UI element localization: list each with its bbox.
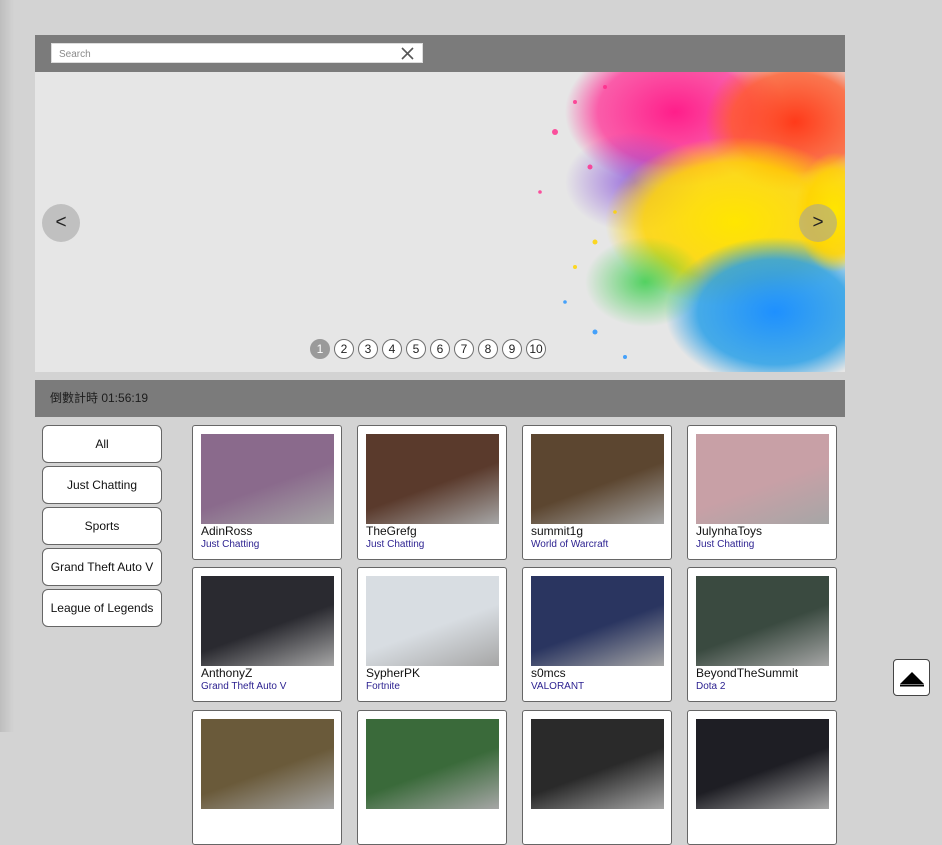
stream-card[interactable]: SypherPK Fortnite [357, 567, 507, 702]
stream-game[interactable]: Just Chatting [366, 539, 424, 550]
stream-thumbnail [201, 576, 334, 666]
stream-card[interactable]: BeyondTheSummit Dota 2 [687, 567, 837, 702]
category-button-sports[interactable]: Sports [42, 507, 162, 545]
stream-card[interactable] [357, 710, 507, 845]
stream-thumbnail [696, 719, 829, 809]
carousel-page-dot[interactable]: 9 [502, 339, 522, 359]
carousel-page-dot[interactable]: 6 [430, 339, 450, 359]
search-input[interactable] [52, 45, 389, 64]
carousel-page-dot[interactable]: 5 [406, 339, 426, 359]
stream-card[interactable]: JulynhaToys Just Chatting [687, 425, 837, 560]
carousel-page-dot[interactable]: 8 [478, 339, 498, 359]
stream-thumbnail [531, 719, 664, 809]
stream-card[interactable]: AdinRoss Just Chatting [192, 425, 342, 560]
search-box [51, 43, 423, 64]
arrow-up-icon [899, 671, 924, 686]
countdown-bar: 倒數計時 01:56:19 [35, 380, 845, 417]
streamer-name: JulynhaToys [696, 524, 763, 538]
stream-card[interactable] [522, 710, 672, 845]
streamer-name: s0mcs [531, 666, 566, 680]
stream-card[interactable]: summit1g World of Warcraft [522, 425, 672, 560]
stream-card[interactable] [687, 710, 837, 845]
streamer-name: AnthonyZ [201, 666, 253, 680]
back-to-top-button[interactable] [893, 659, 930, 696]
stream-thumbnail [696, 434, 829, 524]
category-filter-list: All Just Chatting Sports Grand Theft Aut… [42, 425, 162, 630]
carousel-next-button[interactable]: > [799, 204, 837, 242]
stream-card[interactable]: s0mcs VALORANT [522, 567, 672, 702]
stream-game[interactable]: Grand Theft Auto V [201, 681, 286, 692]
category-button-just-chatting[interactable]: Just Chatting [42, 466, 162, 504]
carousel-slide-image [35, 72, 845, 372]
category-button-league-of-legends[interactable]: League of Legends [42, 589, 162, 627]
stream-thumbnail [201, 434, 334, 524]
carousel-page-dot[interactable]: 2 [334, 339, 354, 359]
stream-game[interactable]: Just Chatting [201, 539, 259, 550]
stream-thumbnail [366, 434, 499, 524]
stream-card[interactable] [192, 710, 342, 845]
top-bar [35, 35, 845, 72]
stream-thumbnail [531, 576, 664, 666]
stream-game[interactable]: Just Chatting [696, 539, 754, 550]
carousel-page-dot[interactable]: 10 [526, 339, 546, 359]
countdown-text: 倒數計時 01:56:19 [50, 391, 149, 405]
streamer-name: BeyondTheSummit [696, 666, 799, 680]
hero-carousel: < > 1 2 3 4 5 6 7 8 9 10 [35, 72, 845, 372]
category-button-all[interactable]: All [42, 425, 162, 463]
stream-game[interactable]: VALORANT [531, 681, 584, 692]
streamer-name: summit1g [531, 524, 584, 538]
stream-game[interactable]: World of Warcraft [531, 539, 608, 550]
streamer-name: SypherPK [366, 666, 421, 680]
stream-thumbnail [531, 434, 664, 524]
streamer-name: AdinRoss [201, 524, 253, 538]
stream-thumbnail [366, 719, 499, 809]
close-icon[interactable] [401, 47, 414, 60]
stream-game[interactable]: Dota 2 [696, 681, 725, 692]
stream-thumbnail [366, 576, 499, 666]
page-edge-shadow [0, 0, 14, 732]
stream-game[interactable]: Fortnite [366, 681, 400, 692]
carousel-page-dot[interactable]: 4 [382, 339, 402, 359]
carousel-page-dot[interactable]: 1 [310, 339, 330, 359]
carousel-page-dot[interactable]: 7 [454, 339, 474, 359]
stream-thumbnail [201, 719, 334, 809]
category-button-gta-v[interactable]: Grand Theft Auto V [42, 548, 162, 586]
stream-thumbnail [696, 576, 829, 666]
carousel-page-dot[interactable]: 3 [358, 339, 378, 359]
stream-card[interactable]: TheGrefg Just Chatting [357, 425, 507, 560]
carousel-prev-button[interactable]: < [42, 204, 80, 242]
streamer-name: TheGrefg [366, 524, 417, 538]
carousel-pagination: 1 2 3 4 5 6 7 8 9 10 [310, 339, 546, 359]
stream-card[interactable]: AnthonyZ Grand Theft Auto V [192, 567, 342, 702]
